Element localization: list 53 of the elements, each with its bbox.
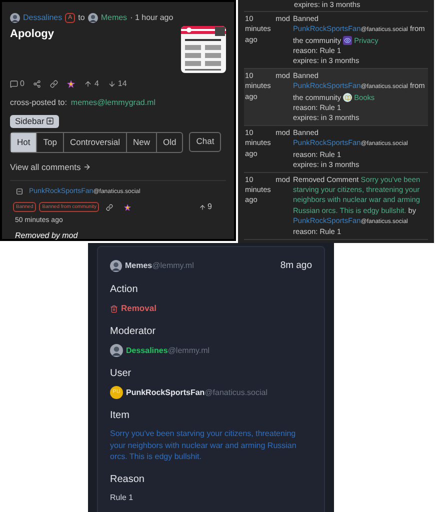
post-title[interactable]: Apology (10, 26, 174, 42)
sort-tab[interactable]: Hot (11, 132, 36, 152)
action-value: Removal (121, 302, 156, 315)
reason-value: Rule 1 (110, 492, 134, 504)
section-title: User (110, 367, 132, 381)
person-link[interactable]: PunkRockSportsFan (126, 388, 205, 396)
sort-tab[interactable]: Top (36, 132, 63, 152)
entry-time: 8m ago (280, 259, 312, 273)
user-avatar (110, 344, 123, 357)
collapse-icon[interactable] (16, 188, 23, 196)
downvote-icon[interactable] (108, 80, 116, 88)
section-title: Action (110, 283, 139, 298)
post-time: · 1 hour ago (130, 12, 174, 24)
share-icon[interactable] (33, 80, 42, 88)
community-icon (343, 93, 352, 102)
upvote-icon[interactable] (198, 204, 206, 210)
sidebar-button[interactable]: Sidebar (10, 115, 60, 128)
community-link[interactable]: Memes (100, 12, 128, 24)
link-icon[interactable] (50, 80, 58, 88)
crosspost-link[interactable]: memes@lemmygrad.ml (70, 97, 156, 109)
person-instance: @fanaticus.social (204, 388, 268, 396)
comment-body: Removed by mod (15, 230, 79, 242)
to-text: to (78, 12, 85, 24)
section-title: Item (110, 409, 130, 423)
person-instance: @lemmy.ml (168, 346, 210, 354)
community-avatar (110, 260, 122, 272)
downvote-count: 14 (118, 78, 127, 90)
comment-count: 0 (20, 78, 24, 90)
comment-icon[interactable] (10, 80, 18, 88)
community-link[interactable]: Memes (125, 261, 152, 270)
community-avatar (88, 13, 98, 23)
user-avatar (10, 13, 20, 23)
person-link[interactable]: Dessalines (126, 346, 168, 354)
section-title: Moderator (110, 325, 157, 339)
community-instance: @lemmy.ml (152, 261, 194, 270)
view-all-comments-link[interactable]: View all comments (10, 160, 81, 174)
chat-button[interactable]: Chat (189, 132, 222, 152)
comment-score: 9 (208, 201, 212, 213)
section-title: Reason (110, 472, 146, 486)
arrow-right-icon (82, 163, 91, 172)
sort-tab[interactable]: Old (156, 132, 182, 152)
crosspost-label: cross-posted to: (10, 97, 67, 109)
trash-icon (110, 304, 118, 313)
rainbow-star-icon[interactable] (67, 80, 76, 88)
sort-tab[interactable]: New (126, 132, 156, 152)
rainbow-star-icon[interactable] (124, 204, 132, 210)
upvote-count: 4 (94, 78, 99, 90)
expand-icon (46, 117, 54, 126)
link-icon[interactable] (106, 204, 114, 210)
author-link[interactable]: Dessalines (23, 12, 62, 24)
upvote-icon[interactable] (84, 80, 92, 88)
sort-tab[interactable]: Controversial (62, 132, 126, 152)
community-icon (343, 36, 352, 46)
